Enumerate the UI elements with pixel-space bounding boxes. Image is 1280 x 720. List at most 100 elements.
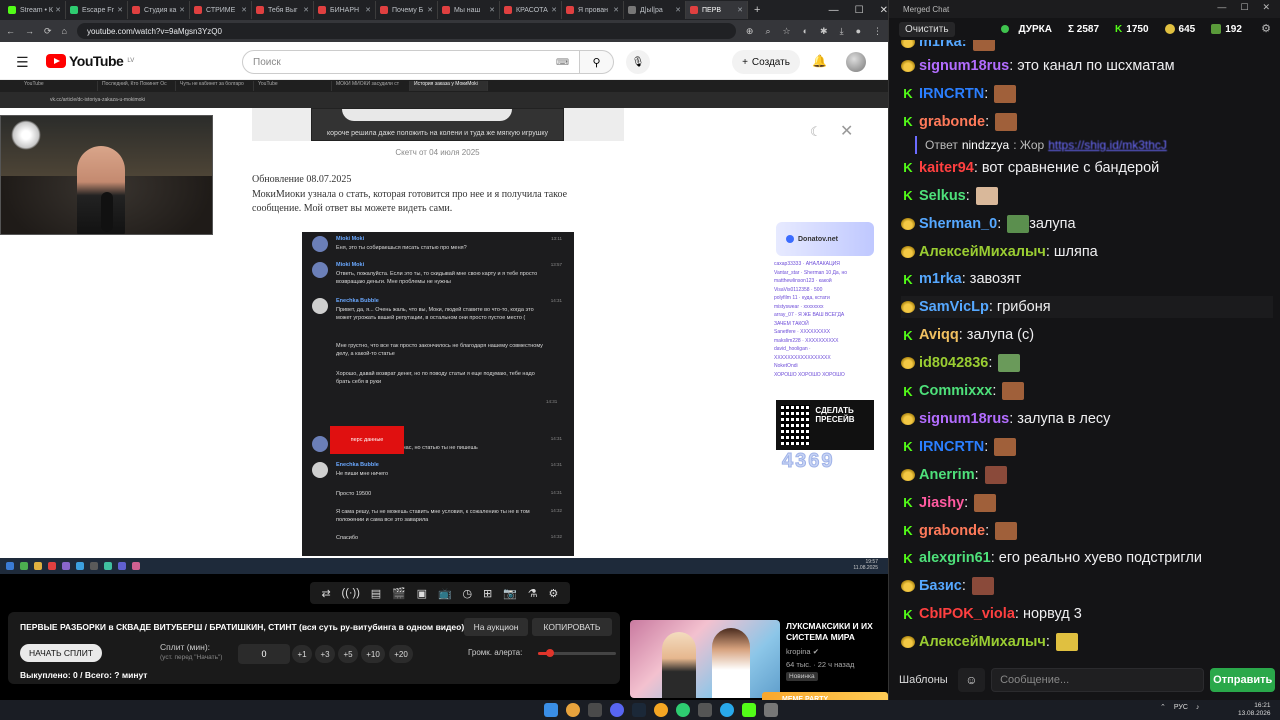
clapperboard-icon[interactable]: 🎬 [392,587,406,600]
forward-icon[interactable]: → [25,26,34,36]
profile-icon[interactable]: ● [856,26,861,36]
shuffle-icon[interactable]: ⇄ [321,587,330,600]
tab-close-icon[interactable]: ✕ [551,6,557,14]
maximize-icon[interactable]: ☐ [855,5,864,16]
picture-icon[interactable]: ▣ [417,587,427,600]
moon-icon[interactable]: ☾ [810,124,822,140]
recommended-video-thumbnail[interactable] [630,620,780,698]
bookmark-star-icon[interactable]: ☆ [783,26,791,37]
language-indicator[interactable]: РУС [1174,704,1188,711]
create-button[interactable]: + Создать [732,50,800,74]
kick-icon[interactable] [742,703,756,717]
new-tab-icon[interactable]: + [754,4,760,16]
telegram-icon[interactable] [720,703,734,717]
maximize-icon[interactable]: ☐ [1240,2,1248,13]
add-10-button[interactable]: +10 [361,645,385,663]
auction-button[interactable]: На аукцион [464,618,528,636]
start-split-button[interactable]: НАЧАТЬ СПЛИТ [20,644,102,662]
chat-username[interactable]: alexgrin61 [919,550,991,566]
chat-username[interactable]: grabonde [919,114,985,130]
add-box-icon[interactable]: ⊞ [483,587,492,600]
chrome-icon[interactable] [566,703,580,717]
tab-close-icon[interactable]: ✕ [55,6,61,14]
system-clock[interactable]: 16:21 13.08.2026 [1238,702,1271,718]
tab-close-icon[interactable]: ✕ [241,6,247,14]
back-icon[interactable]: ← [6,26,15,36]
extensions-puzzle-icon[interactable]: ✱ [820,26,828,37]
speedometer-icon[interactable]: ◷ [463,587,473,600]
tab-close-icon[interactable]: ✕ [427,6,433,14]
tray-chevron-icon[interactable]: ⌃ [1160,703,1166,711]
close-icon[interactable]: ✕ [840,121,853,141]
clear-button[interactable]: Очистить [899,21,955,37]
browser-tab[interactable]: СТРИМЕ ✕ [190,1,252,19]
broadcast-icon[interactable]: ((·)) [342,587,360,599]
browser-tab[interactable]: Тебя Выг ✕ [252,1,314,19]
message-input[interactable] [991,668,1205,692]
browser-tab[interactable]: Я прован ✕ [562,1,624,19]
browser-tab[interactable]: Stream • К ✕ [4,1,66,19]
speaker-icon[interactable]: ♪ [1196,704,1200,711]
gear-icon[interactable]: ⚙ [549,587,559,600]
chat-username[interactable]: Aviqq [919,327,959,343]
send-button[interactable]: Отправить [1210,668,1275,692]
voice-search-button[interactable]: 🎙 [626,50,650,74]
browser-tab[interactable]: БИНАРН ✕ [314,1,376,19]
tv-icon[interactable]: 📺 [438,587,452,600]
minimize-icon[interactable]: — [829,5,839,16]
chat-username[interactable]: IRNCRTN [919,86,984,102]
chat-username[interactable]: SamVicLp [919,299,989,315]
chat-username[interactable]: signum18rus [919,58,1009,74]
chat-username[interactable]: Selkus [919,188,966,204]
chat-username[interactable]: Anerrim [919,467,975,483]
chat-message-list[interactable]: m1rka: Ответ nindzzya : Жор https://shig… [889,40,1280,660]
notifications-bell-icon[interactable]: 🔔 [812,54,827,68]
chat-username[interactable]: signum18rus [919,411,1009,427]
flask-icon[interactable]: ⚗ [528,587,538,600]
chat-username[interactable]: IRNCRTN [919,439,984,455]
minimize-icon[interactable]: — [1217,2,1226,13]
chat-username[interactable]: id8042836 [919,355,988,371]
recommended-video-title[interactable]: ЛУКСМАКСИКИ И ИХ СИСТЕМА МИРА [786,621,886,643]
add-3-button[interactable]: +3 [315,645,335,663]
app-icon[interactable] [676,703,690,717]
chat-username[interactable]: АлексейМихалыч [919,634,1046,650]
browser-tab[interactable]: Студия ка ✕ [128,1,190,19]
emoji-button[interactable]: ☺ [957,668,986,692]
chat-username[interactable]: m1rka [919,271,962,287]
download-icon[interactable]: ⤓ [840,26,844,37]
split-minutes-input[interactable]: 0 [238,644,290,664]
app-icon[interactable] [588,703,602,717]
chat-username[interactable]: Jiashy [919,495,964,511]
close-icon[interactable]: ✕ [1262,2,1270,13]
browser-tab[interactable]: Д|ыl|pa ✕ [624,1,686,19]
tab-close-icon[interactable]: ✕ [179,6,185,14]
app-icon[interactable] [654,703,668,717]
add-1-button[interactable]: +1 [292,645,312,663]
keyboard-icon[interactable]: ⌨ [556,57,569,68]
add-5-button[interactable]: +5 [338,645,358,663]
chat-username[interactable]: kaiter94 [919,160,974,176]
subtitles-icon[interactable]: ▤ [371,587,381,600]
url-field[interactable]: youtube.com/watch?v=9aMgsn3YzQ0 [76,23,736,39]
app-icon[interactable] [764,703,778,717]
hamburger-menu-icon[interactable]: ☰ [16,54,29,71]
browser-tab[interactable]: КРАСОТА ✕ [500,1,562,19]
alert-volume-handle[interactable] [545,649,554,657]
search-button[interactable]: ⚲ [580,50,614,74]
browser-menu-icon[interactable]: ⋮ [873,26,882,37]
avatar[interactable] [846,52,866,72]
chat-username[interactable]: Базис [919,578,962,594]
browser-tab[interactable]: Escape Fr ✕ [66,1,128,19]
chat-username[interactable]: Sherman_0 [919,216,997,232]
add-20-button[interactable]: +20 [389,645,413,663]
browser-tab[interactable]: ПЕРВ ✕ [686,1,748,19]
tab-close-icon[interactable]: ✕ [613,6,619,14]
tab-close-icon[interactable]: ✕ [365,6,371,14]
close-icon[interactable]: ✕ [880,5,888,16]
browser-tab[interactable]: Почему Б ✕ [376,1,438,19]
chat-username[interactable]: grabonde [919,523,985,539]
windows-start-icon[interactable] [544,703,558,717]
search-input[interactable]: Поиск ⌨ [242,50,580,74]
translate-icon[interactable]: ⊕ [746,26,754,37]
